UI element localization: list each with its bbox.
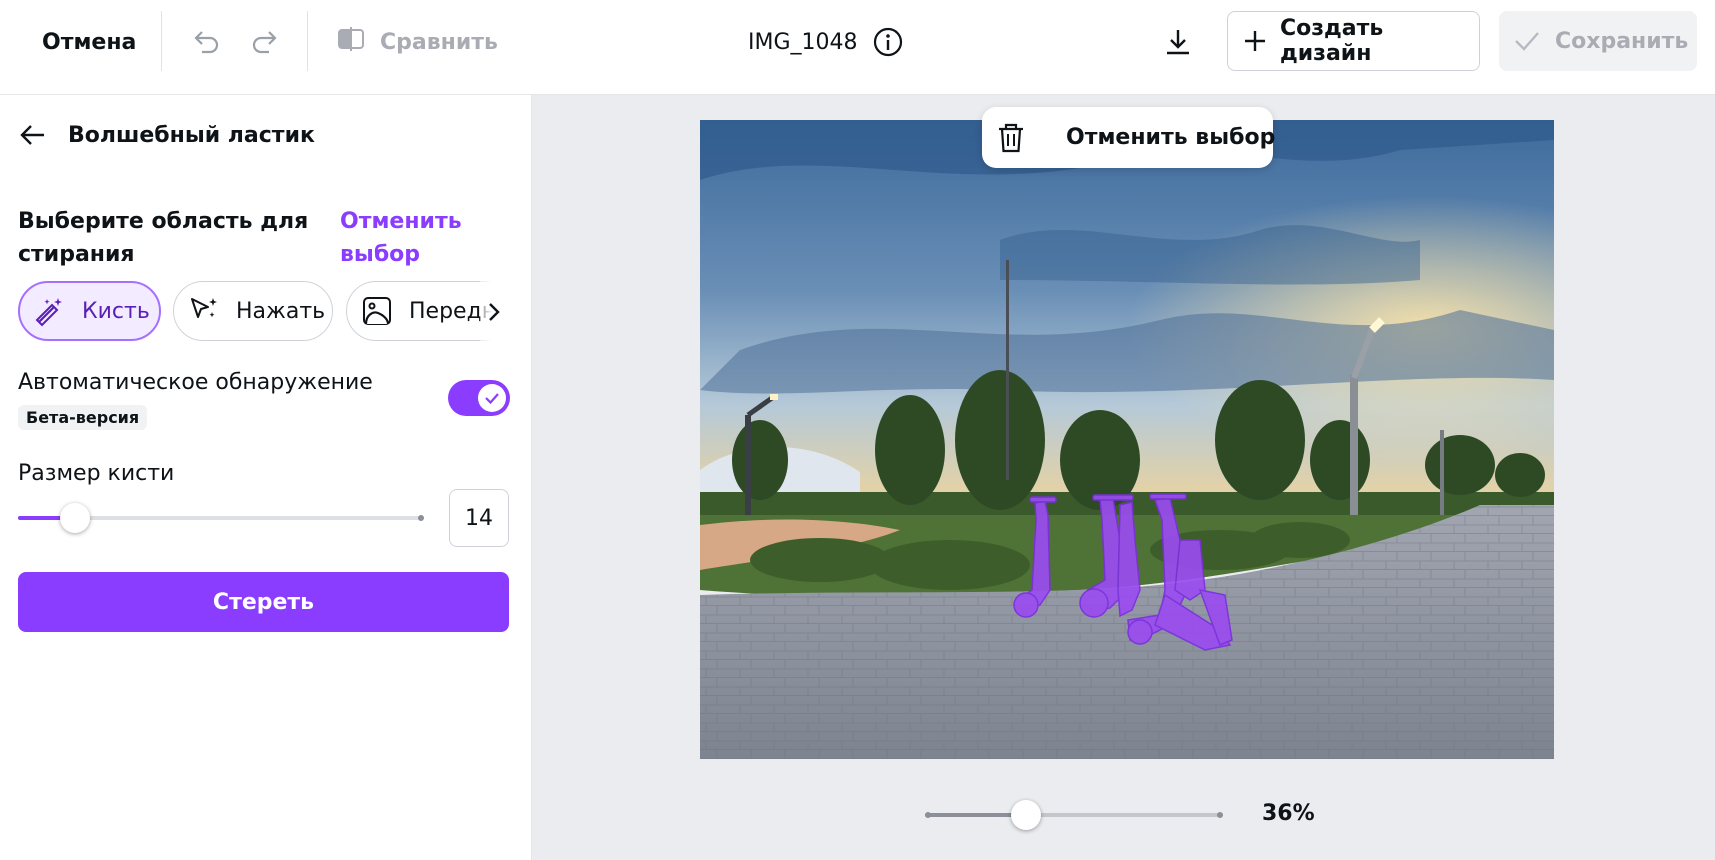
brush-size-label: Размер кисти	[18, 461, 175, 486]
slider-end-dot	[418, 515, 424, 521]
toggle-knob	[478, 384, 506, 412]
brush-size-slider-thumb[interactable]	[60, 503, 90, 533]
create-design-button[interactable]: Создать дизайн	[1227, 11, 1480, 71]
zoom-level: 36%	[1262, 801, 1315, 826]
beta-badge: Бета-версия	[18, 405, 148, 430]
back-arrow-icon[interactable]	[18, 120, 48, 150]
compare-button[interactable]: Сравнить	[336, 22, 498, 62]
toolbar-divider	[161, 11, 162, 71]
zoom-slider[interactable]	[925, 800, 1223, 830]
deselect-link[interactable]: Отменить выбор	[340, 205, 490, 271]
brush-size-input[interactable]: 14	[449, 489, 509, 547]
section-title: Выберите область для стирания	[18, 209, 309, 267]
magic-click-icon	[188, 295, 220, 327]
slider-end-dot	[1217, 812, 1223, 818]
selection-floating-toolbar: Отменить выбор	[982, 107, 1275, 168]
brush-size-slider[interactable]	[18, 503, 424, 533]
tool-selector: Кисть Нажать Передни	[18, 281, 508, 342]
auto-detect-label: Автоматическое обнаружение	[18, 370, 373, 395]
file-name: IMG_1048	[748, 29, 858, 55]
plus-icon	[1242, 28, 1268, 54]
tool-click[interactable]: Нажать	[173, 281, 333, 341]
checkmark-icon	[1513, 27, 1541, 55]
slider-start-dot	[925, 812, 931, 818]
checkmark-icon	[484, 390, 500, 406]
top-toolbar: Отмена Сравнить IMG_1048 Создать дизайн …	[0, 0, 1715, 95]
floating-deselect-button[interactable]: Отменить выбор	[1066, 125, 1275, 150]
download-icon[interactable]	[1158, 22, 1198, 62]
magic-brush-icon	[34, 295, 66, 327]
info-icon[interactable]	[872, 26, 904, 58]
tool-click-label: Нажать	[236, 298, 326, 324]
redo-icon[interactable]	[245, 22, 285, 62]
cancel-button[interactable]: Отмена	[42, 22, 136, 62]
photo-canvas[interactable]	[700, 120, 1554, 759]
tool-brush-label: Кисть	[82, 298, 150, 324]
save-label: Сохранить	[1555, 28, 1689, 54]
create-design-label: Создать дизайн	[1280, 16, 1384, 66]
zoom-slider-thumb[interactable]	[1011, 800, 1041, 830]
compare-icon	[336, 24, 366, 60]
toolbar-divider	[307, 11, 308, 71]
compare-label: Сравнить	[380, 29, 498, 55]
undo-icon[interactable]	[186, 22, 226, 62]
trash-icon[interactable]	[996, 122, 1026, 154]
erase-button[interactable]: Стереть	[18, 572, 509, 632]
panel-title: Волшебный ластик	[68, 122, 315, 148]
park-photo	[700, 120, 1554, 759]
foreground-image-icon	[361, 295, 393, 327]
save-button[interactable]: Сохранить	[1499, 11, 1697, 71]
auto-detect-toggle[interactable]	[448, 380, 510, 416]
tool-brush[interactable]: Кисть	[18, 281, 161, 341]
file-title: IMG_1048	[748, 22, 904, 62]
panel-header: Волшебный ластик	[18, 120, 315, 150]
scroll-right-icon[interactable]	[480, 281, 508, 342]
